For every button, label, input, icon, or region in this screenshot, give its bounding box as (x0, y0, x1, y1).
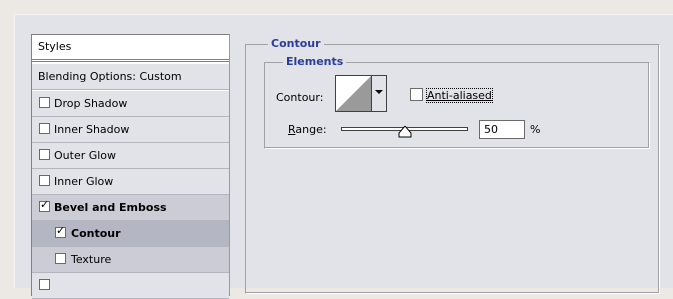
inner-glow-label: Inner Glow (54, 175, 114, 188)
texture-checkbox[interactable] (55, 253, 66, 264)
range-slider-thumb-icon[interactable] (398, 126, 412, 138)
chevron-down-icon (375, 90, 383, 94)
contour-label: Contour: (276, 91, 324, 104)
style-item-drop-shadow[interactable]: Drop Shadow (32, 91, 229, 117)
outer-glow-checkbox[interactable] (39, 149, 50, 160)
bevel-and-emboss-label: Bevel and Emboss (54, 201, 167, 214)
anti-aliased-label[interactable]: Anti-aliased (426, 88, 493, 103)
bevel-and-emboss-checkbox[interactable]: ✓ (39, 198, 50, 212)
range-label-rest: ange: (295, 123, 327, 136)
contour-item-label: Contour (71, 227, 121, 240)
partial-item-checkbox[interactable] (39, 279, 50, 290)
inner-shadow-label: Inner Shadow (54, 123, 130, 136)
style-item-contour[interactable]: ✓ Contour (32, 221, 229, 247)
elements-group-title: Elements (283, 55, 347, 68)
style-item-texture[interactable]: Texture (32, 247, 229, 273)
style-item-partial[interactable] (32, 273, 229, 299)
contour-curve-icon (336, 76, 371, 111)
blending-options-item[interactable]: Blending Options: Custom (32, 64, 229, 90)
drop-shadow-checkbox[interactable] (39, 97, 50, 108)
styles-header: Styles (32, 35, 229, 62)
contour-checkbox[interactable]: ✓ (55, 224, 66, 238)
texture-label: Texture (71, 253, 112, 266)
range-label: Range: (288, 123, 327, 136)
inner-glow-checkbox[interactable] (39, 175, 50, 186)
style-item-inner-shadow[interactable]: Inner Shadow (32, 117, 229, 143)
checkmark-icon: ✓ (40, 198, 50, 211)
contour-curve-preview[interactable] (335, 75, 372, 112)
inner-shadow-checkbox[interactable] (39, 123, 50, 134)
contour-dropdown-button[interactable] (372, 75, 387, 112)
anti-aliased-checkbox[interactable] (410, 88, 423, 101)
range-unit-label: % (530, 123, 541, 136)
styles-list: Styles Blending Options: Custom Drop Sha… (31, 34, 230, 299)
style-item-bevel-and-emboss[interactable]: ✓ Bevel and Emboss (32, 195, 229, 221)
outer-glow-label: Outer Glow (54, 149, 117, 162)
contour-group-title: Contour (268, 37, 324, 50)
range-value-input[interactable]: 50 (479, 120, 525, 139)
style-item-outer-glow[interactable]: Outer Glow (32, 143, 229, 169)
blending-options-label: Blending Options: Custom (38, 70, 182, 83)
checkmark-icon: ✓ (56, 224, 66, 237)
drop-shadow-label: Drop Shadow (54, 97, 128, 110)
styles-header-label: Styles (38, 40, 72, 53)
style-item-inner-glow[interactable]: Inner Glow (32, 169, 229, 195)
